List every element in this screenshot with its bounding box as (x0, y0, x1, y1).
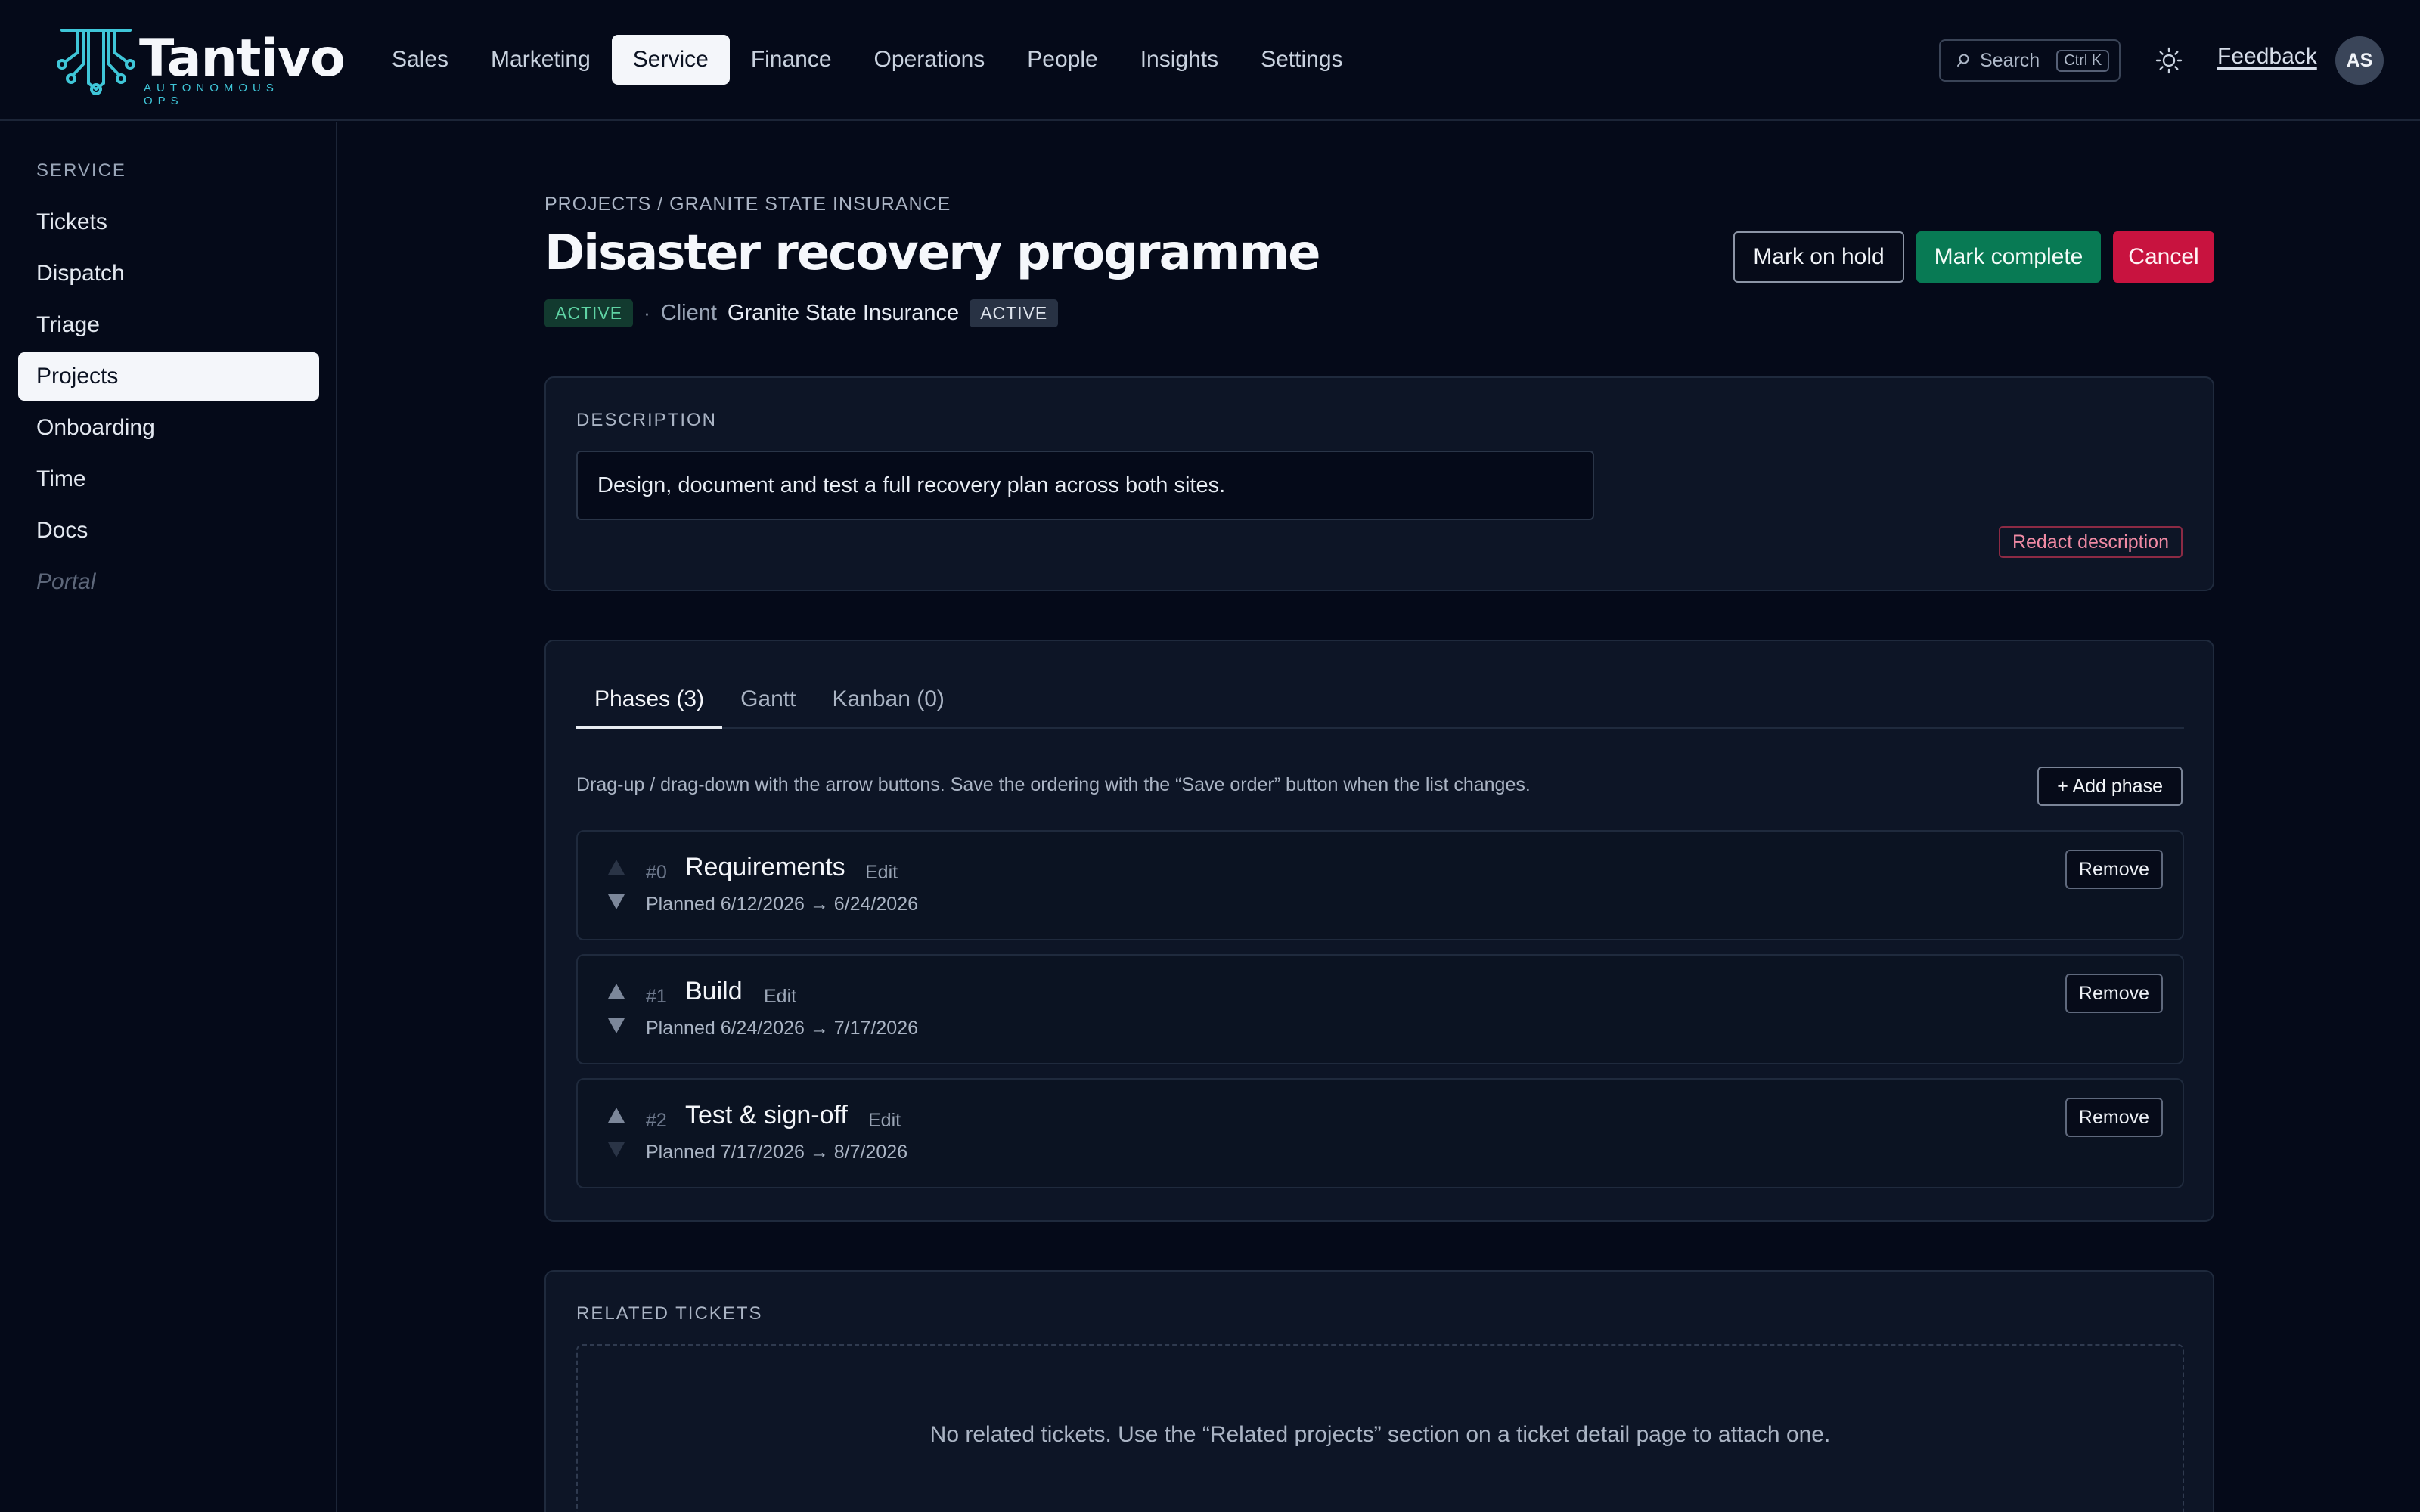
phase-row: #1 Build Edit Planned 6/24/2026 → 7/17/2026… (576, 954, 2184, 1064)
sidebar-item-portal: Portal (36, 569, 96, 594)
triangle-down-icon (608, 1142, 625, 1157)
description-label: DESCRIPTION (576, 410, 718, 430)
nav-item-finance[interactable]: Finance (730, 35, 853, 85)
main-module-nav: Sales Marketing Service Finance Operations Pe… (371, 35, 1364, 85)
search-label: Search (1980, 49, 2040, 71)
brand-name: Tantivo (139, 29, 346, 88)
brand-logo[interactable]: Tantivo AUTONOMOUS OPS (54, 23, 346, 107)
triangle-down-icon (608, 1018, 625, 1033)
brand-tagline: AUTONOMOUS OPS (144, 82, 279, 107)
edit-phase-link[interactable]: Edit (868, 1110, 901, 1132)
section-sidebar: SERVICE Tickets Dispatch Triage Projects Onb… (0, 122, 337, 1512)
sidebar-menu: Tickets Dispatch Triage Projects Onboarding T… (18, 198, 319, 609)
sun-icon (2155, 47, 2183, 74)
phase-name: Requirements (685, 853, 845, 881)
move-phase-down-button (605, 1140, 628, 1160)
phase-row: #0 Requirements Edit Planned 6/12/2026 → 6/… (576, 830, 2184, 940)
nav-item-service[interactable]: Service (611, 35, 730, 85)
edit-phase-link[interactable]: Edit (865, 862, 898, 884)
move-phase-up-button (605, 857, 628, 877)
cancel-project-button[interactable]: Cancel (2113, 231, 2214, 283)
client-label: Client (660, 300, 717, 325)
nav-item-operations[interactable]: Operations (853, 35, 1007, 85)
phase-row: #2 Test & sign-off Edit Planned 7/17/2026 →… (576, 1078, 2184, 1188)
triangle-up-icon (608, 984, 625, 999)
theme-toggle-button[interactable] (2149, 41, 2189, 80)
related-tickets-empty-state: No related tickets. Use the “Related pro… (576, 1344, 2184, 1512)
client-status-badge: ACTIVE (970, 299, 1059, 327)
sidebar-item-docs[interactable]: Docs (18, 507, 319, 555)
phase-name: Test & sign-off (685, 1101, 848, 1129)
move-phase-down-button[interactable] (605, 892, 628, 912)
related-tickets-label: RELATED TICKETS (576, 1303, 763, 1324)
page-title: Disaster recovery programme (544, 225, 1321, 281)
related-tickets-panel: RELATED TICKETS No related tickets. Use … (544, 1270, 2214, 1512)
mark-complete-button[interactable]: Mark complete (1916, 231, 2101, 283)
nav-item-marketing[interactable]: Marketing (470, 35, 612, 85)
nav-item-sales[interactable]: Sales (371, 35, 470, 85)
remove-phase-button[interactable]: Remove (2065, 1098, 2163, 1137)
sidebar-item-time[interactable]: Time (18, 455, 319, 503)
phase-planned-dates: Planned 7/17/2026 → 8/7/2026 (646, 1142, 908, 1163)
project-tabs: Phases (3) Gantt Kanban (0) (576, 679, 2184, 729)
tab-phases[interactable]: Phases (3) (576, 679, 723, 729)
project-status-badge: ACTIVE (544, 299, 634, 327)
sidebar-item-dispatch[interactable]: Dispatch (18, 249, 319, 298)
tab-kanban[interactable]: Kanban (0) (814, 679, 962, 729)
nav-item-people[interactable]: People (1006, 35, 1118, 85)
user-avatar[interactable]: AS (2335, 36, 2384, 85)
global-search-button[interactable]: Search Ctrl K (1939, 39, 2121, 82)
tantivo-logo-icon (57, 29, 135, 95)
search-icon (1957, 54, 1969, 67)
mark-on-hold-button[interactable]: Mark on hold (1733, 231, 1904, 283)
client-name[interactable]: Granite State Insurance (728, 301, 959, 326)
remove-phase-button[interactable]: Remove (2065, 850, 2163, 889)
phase-planned-dates: Planned 6/12/2026 → 6/24/2026 (646, 894, 919, 915)
phase-index: #0 (646, 862, 667, 883)
breadcrumb[interactable]: PROJECTS / GRANITE STATE INSURANCE (544, 194, 951, 215)
reorder-hint: Drag-up / drag-down with the arrow butto… (576, 774, 1531, 795)
sidebar-item-triage[interactable]: Triage (18, 301, 319, 349)
sidebar-heading: SERVICE (36, 160, 126, 181)
sidebar-item-projects[interactable]: Projects (18, 352, 319, 401)
feedback-link[interactable]: Feedback (2217, 44, 2317, 70)
description-panel: DESCRIPTION Design, document and test a … (544, 376, 2214, 591)
triangle-up-icon (608, 860, 625, 875)
add-phase-button[interactable]: + Add phase (2037, 767, 2183, 806)
move-phase-up-button[interactable] (605, 981, 628, 1001)
meta-separator: · (644, 301, 650, 324)
nav-item-insights[interactable]: Insights (1119, 35, 1239, 85)
redact-description-button[interactable]: Redact description (1998, 526, 2183, 558)
tab-gantt[interactable]: Gantt (722, 679, 814, 729)
project-meta-row: ACTIVE · Client Granite State Insurance … (544, 298, 1059, 328)
nav-item-settings[interactable]: Settings (1239, 35, 1364, 85)
sidebar-item-onboarding[interactable]: Onboarding (18, 404, 319, 452)
phase-index: #2 (646, 1110, 667, 1131)
sidebar-item-tickets[interactable]: Tickets (18, 198, 319, 246)
top-navigation-bar: Tantivo AUTONOMOUS OPS Sales Marketing Ser… (0, 0, 2420, 121)
phase-name: Build (685, 977, 743, 1005)
remove-phase-button[interactable]: Remove (2065, 974, 2163, 1013)
phases-panel: Phases (3) Gantt Kanban (0) Drag-up / drag… (544, 640, 2214, 1222)
move-phase-down-button[interactable] (605, 1016, 628, 1036)
edit-phase-link[interactable]: Edit (764, 986, 796, 1008)
move-phase-up-button[interactable] (605, 1105, 628, 1125)
search-shortcut-hint: Ctrl K (2056, 49, 2110, 72)
triangle-up-icon (608, 1108, 625, 1123)
phase-planned-dates: Planned 6/24/2026 → 7/17/2026 (646, 1018, 919, 1039)
phase-index: #1 (646, 986, 667, 1007)
triangle-down-icon (608, 894, 625, 909)
description-text: Design, document and test a full recover… (576, 451, 1594, 520)
